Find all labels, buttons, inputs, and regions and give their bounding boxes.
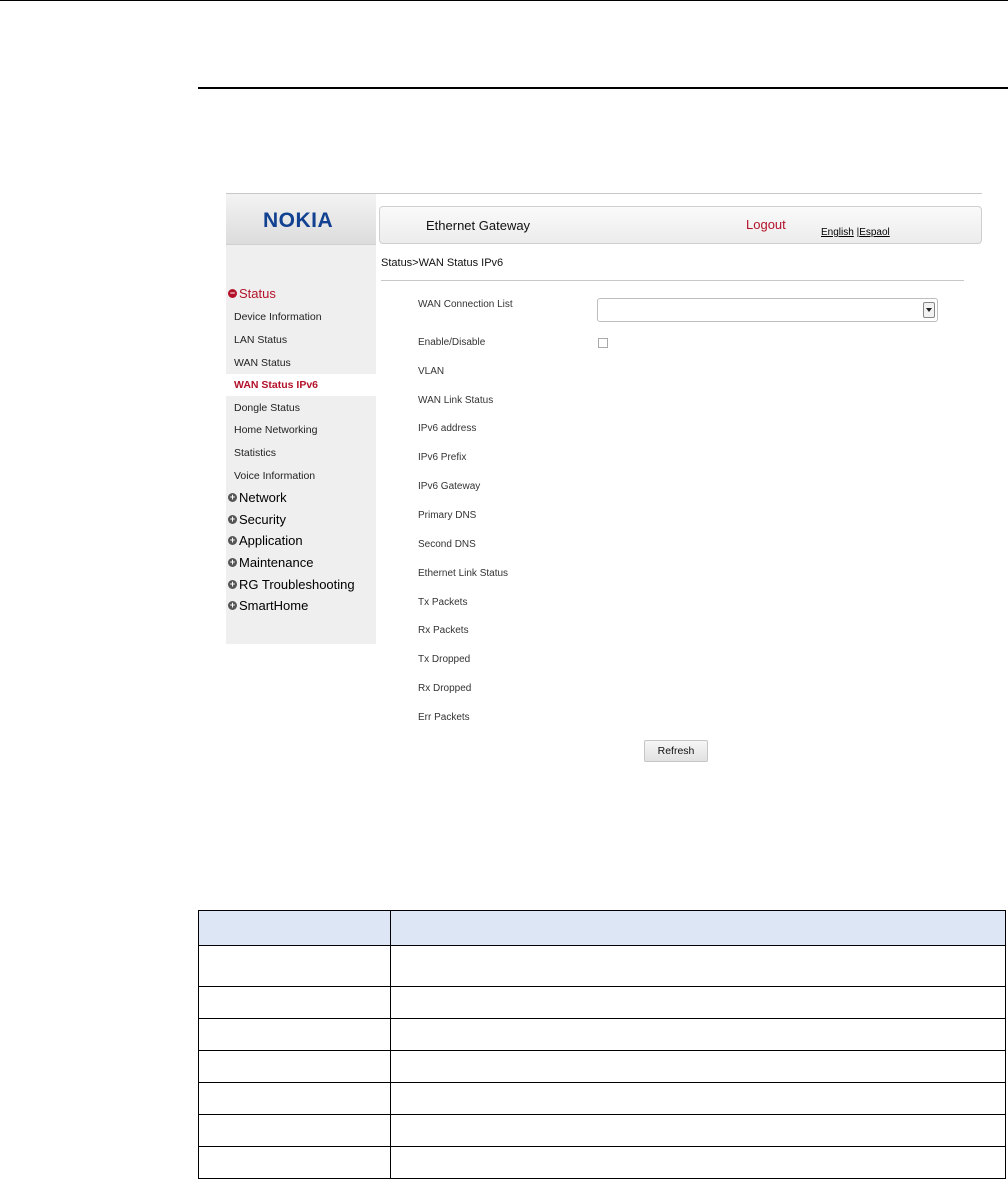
- sidebar: NOKIA − Status Device Information LAN St…: [226, 194, 376, 644]
- vlan-label: VLAN: [418, 366, 445, 377]
- sidebar-group-security[interactable]: + Security: [228, 512, 286, 527]
- sidebar-group-label: Network: [239, 490, 287, 505]
- sidebar-group-label: SmartHome: [239, 598, 309, 613]
- tx-dropped-label: Tx Dropped: [418, 654, 471, 665]
- table-row: [198, 1146, 1006, 1179]
- sidebar-group-label: Application: [239, 533, 303, 548]
- table-cell: [198, 945, 391, 987]
- rx-packets-label: Rx Packets: [418, 625, 469, 636]
- plus-circle-icon: +: [228, 492, 237, 502]
- header-bar: Ethernet Gateway Logout English |Espaol: [379, 206, 982, 244]
- page-top-rule: [0, 0, 1008, 1]
- ipv6-gateway-label: IPv6 Gateway: [418, 481, 481, 492]
- sidebar-group-application[interactable]: + Application: [228, 533, 303, 548]
- refresh-button[interactable]: Refresh: [644, 740, 708, 762]
- table-row: [198, 945, 1006, 987]
- logout-link[interactable]: Logout: [746, 217, 786, 232]
- language-english-link[interactable]: English: [821, 227, 854, 238]
- table-header-cell: [390, 910, 1006, 946]
- sidebar-item-wan-status-ipv6[interactable]: WAN Status IPv6: [226, 374, 376, 396]
- table-row: [198, 1082, 1006, 1115]
- plus-circle-icon: +: [228, 557, 237, 567]
- err-packets-label: Err Packets: [418, 712, 470, 723]
- app-title: Ethernet Gateway: [426, 218, 531, 233]
- document-heading-rule: [198, 87, 1008, 89]
- sidebar-item-device-information[interactable]: Device Information: [234, 311, 322, 323]
- sidebar-group-label: Security: [239, 512, 286, 527]
- table-cell: [198, 1082, 391, 1115]
- plus-circle-icon: +: [228, 600, 237, 610]
- table-cell: [390, 945, 1006, 987]
- minus-circle-icon: −: [228, 288, 237, 298]
- table-cell: [198, 1114, 391, 1147]
- table-cell: [198, 1018, 391, 1051]
- table-cell: [390, 1082, 1006, 1115]
- language-espanol-link[interactable]: Espaol: [859, 227, 890, 238]
- ipv6-address-label: IPv6 address: [418, 423, 477, 434]
- primary-dns-label: Primary DNS: [418, 510, 477, 521]
- sidebar-group-smarthome[interactable]: + SmartHome: [228, 598, 308, 613]
- table-cell: [390, 1146, 1006, 1179]
- content-divider: [381, 280, 964, 281]
- tx-packets-label: Tx Packets: [418, 597, 468, 608]
- table-cell: [390, 1114, 1006, 1147]
- table-cell: [390, 1018, 1006, 1051]
- rx-dropped-label: Rx Dropped: [418, 683, 472, 694]
- wan-connection-list-label: WAN Connection List: [418, 299, 513, 310]
- sidebar-item-dongle-status[interactable]: Dongle Status: [234, 402, 300, 414]
- sidebar-group-status[interactable]: − Status: [228, 286, 276, 301]
- sidebar-item-wan-status[interactable]: WAN Status: [234, 357, 291, 369]
- parameter-table: [198, 910, 1006, 1179]
- table-cell: [390, 986, 1006, 1019]
- router-ui-screenshot: NOKIA − Status Device Information LAN St…: [226, 193, 982, 774]
- table-header-row: [198, 910, 1006, 946]
- ethernet-link-status-label: Ethernet Link Status: [418, 568, 509, 579]
- sidebar-item-lan-status[interactable]: LAN Status: [234, 334, 287, 346]
- wan-connection-list-select[interactable]: [597, 298, 938, 322]
- enable-disable-label: Enable/Disable: [418, 337, 486, 348]
- breadcrumb: Status>WAN Status IPv6: [381, 257, 504, 269]
- table-cell: [198, 1050, 391, 1083]
- table-cell: [198, 986, 391, 1019]
- table-cell: [198, 1146, 391, 1179]
- second-dns-label: Second DNS: [418, 539, 476, 550]
- plus-circle-icon: +: [228, 514, 237, 524]
- sidebar-item-statistics[interactable]: Statistics: [234, 447, 276, 459]
- table-row: [198, 986, 1006, 1019]
- table-row: [198, 1018, 1006, 1051]
- plus-circle-icon: +: [228, 579, 237, 589]
- sidebar-group-rg-troubleshooting[interactable]: + RG Troubleshooting: [228, 577, 355, 592]
- table-row: [198, 1050, 1006, 1083]
- table-cell: [390, 1050, 1006, 1083]
- sidebar-group-network[interactable]: + Network: [228, 490, 287, 505]
- table-header-cell: [198, 910, 391, 946]
- nokia-logo: NOKIA: [263, 209, 334, 232]
- ipv6-prefix-label: IPv6 Prefix: [418, 452, 467, 463]
- sidebar-group-maintenance[interactable]: + Maintenance: [228, 555, 313, 570]
- enable-disable-checkbox[interactable]: [598, 338, 608, 348]
- sidebar-group-label: Maintenance: [239, 555, 314, 570]
- chevron-down-icon[interactable]: [923, 302, 935, 318]
- sidebar-group-label: Status: [239, 286, 276, 301]
- sidebar-group-label: RG Troubleshooting: [239, 577, 355, 592]
- wan-link-status-label: WAN Link Status: [418, 395, 494, 406]
- table-row: [198, 1114, 1006, 1147]
- sidebar-item-home-networking[interactable]: Home Networking: [234, 424, 317, 436]
- sidebar-item-voice-information[interactable]: Voice Information: [234, 470, 315, 482]
- language-switcher: English |Espaol: [821, 227, 890, 238]
- logo-area: NOKIA: [226, 194, 376, 245]
- plus-circle-icon: +: [228, 535, 237, 545]
